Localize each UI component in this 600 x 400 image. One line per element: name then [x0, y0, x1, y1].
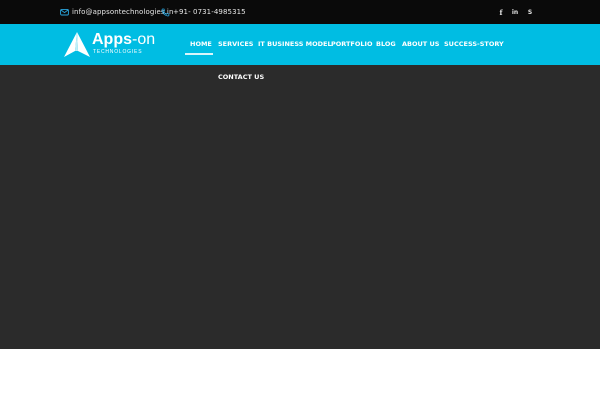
nav-success-story[interactable]: SUCCESS-STORY [444, 38, 504, 50]
nav-about-us[interactable]: ABOUT US [402, 38, 439, 50]
active-nav-underline [185, 53, 213, 55]
logo[interactable]: Apps-on TECHNOLOGIES [62, 31, 155, 59]
email-text: info@appsontechnologies.in [72, 8, 174, 16]
contact-email[interactable]: info@appsontechnologies.in [60, 6, 174, 18]
contact-phone[interactable]: +91- 0731-4985315 [161, 6, 246, 18]
linkedin-icon[interactable]: in [509, 6, 521, 18]
phone-text: +91- 0731-4985315 [173, 8, 246, 16]
nav-portfolio[interactable]: PORTFOLIO [331, 38, 373, 50]
logo-triangle-icon [64, 32, 90, 57]
envelope-icon [60, 8, 69, 16]
logo-brand: Apps-on [92, 32, 155, 48]
facebook-icon[interactable]: f [495, 6, 507, 18]
logo-brand-suffix: -on [132, 31, 156, 48]
nav-services[interactable]: SERVICES [218, 38, 253, 50]
nav-it-business-model[interactable]: IT BUSINESS MODEL [258, 38, 332, 50]
nav-contact-us[interactable]: CONTACT US [218, 71, 264, 83]
logo-subtitle: TECHNOLOGIES [93, 49, 143, 55]
hero-section [0, 65, 600, 349]
top-contact-bar: info@appsontechnologies.in +91- 0731-498… [0, 0, 600, 24]
logo-brand-main: Apps [92, 31, 132, 48]
nav-blog[interactable]: BLOG [376, 38, 396, 50]
skype-icon[interactable]: S [524, 6, 536, 18]
nav-home[interactable]: HOME [190, 38, 212, 50]
phone-icon [161, 8, 170, 16]
